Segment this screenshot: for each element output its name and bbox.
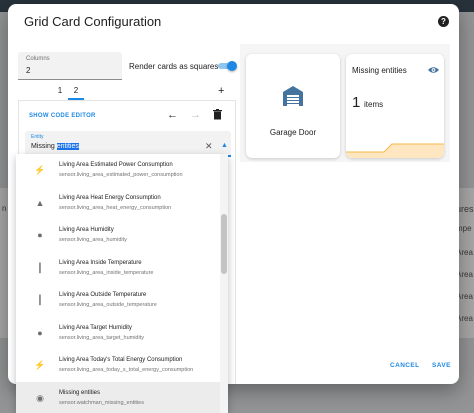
- thermometer-icon: ┃: [37, 295, 43, 305]
- columns-value: 2: [26, 66, 31, 75]
- garage-door-card[interactable]: Garage Door: [246, 54, 340, 158]
- dropdown-item-entity-id: sensor.living_area_inside_temperature: [59, 269, 154, 276]
- entity-input[interactable]: Missing entities: [31, 143, 79, 150]
- missing-entities-card[interactable]: Missing entities 1 items: [346, 54, 444, 158]
- dropdown-item-title: Living Area Outside Temperature: [59, 292, 147, 298]
- entity-dropdown-list: ⚡ Living Area Estimated Power Consumption…: [16, 154, 228, 413]
- square-toggle-label: Render cards as squares: [129, 62, 219, 71]
- tab-2[interactable]: 2: [68, 84, 84, 100]
- dropdown-item-title: Living Area Estimated Power Consumption: [59, 162, 173, 168]
- dropdown-item[interactable]: ◉ Missing entities sensor.watchman_missing…: [16, 381, 220, 413]
- dropdown-item[interactable]: ┃ Living Area Outside Temperature sensor.l…: [16, 284, 220, 316]
- dialog-title: Grid Card Configuration: [24, 14, 162, 29]
- lightning-bolt-icon: ⚡: [34, 165, 46, 175]
- thermometer-icon: ┃: [37, 262, 43, 273]
- dropdown-item[interactable]: ⚡ Living Area Today's Total Energy Consum…: [16, 349, 220, 381]
- delete-icon[interactable]: [213, 109, 222, 123]
- dropdown-item-title: Missing entities: [59, 389, 101, 396]
- garage-icon: [283, 86, 303, 106]
- tab-1[interactable]: 1: [52, 84, 68, 100]
- lightning-bolt-icon: ⚡: [34, 360, 46, 370]
- dropdown-item-title: Living Area Humidity: [59, 227, 114, 233]
- dropdown-item-entity-id: sensor.living_area_outside_temperature: [59, 302, 157, 308]
- history-graph: [346, 143, 444, 158]
- missing-entities-title: Missing entities: [352, 66, 407, 75]
- water-percent-icon: ●: [37, 327, 43, 338]
- add-card-icon[interactable]: +: [218, 84, 224, 98]
- dropdown-item-entity-id: sensor.living_area_humidity: [59, 237, 127, 243]
- arrow-right-icon[interactable]: →: [190, 109, 201, 121]
- missing-entities-unit: items: [364, 100, 384, 109]
- cancel-button[interactable]: CANCEL: [390, 362, 419, 369]
- eye-icon: ◉: [36, 392, 44, 403]
- scrollbar-thumb[interactable]: [221, 214, 227, 274]
- missing-entities-value: 1: [352, 94, 361, 111]
- caret-up-icon[interactable]: ▲: [221, 142, 228, 149]
- dropdown-item-entity-id: sensor.living_area_target_humidity: [59, 334, 144, 341]
- dropdown-item-entity-id: sensor.living_area_heat_energy_consumpti…: [59, 204, 172, 211]
- show-code-editor-button[interactable]: SHOW CODE EDITOR: [29, 113, 96, 119]
- water-percent-icon: ●: [37, 230, 43, 240]
- dropdown-item-entity-id: sensor.living_area_today_s_total_energy_…: [59, 367, 194, 373]
- clear-icon[interactable]: ✕: [205, 141, 213, 152]
- eye-icon: [428, 67, 439, 73]
- card-preview: Garage Door Missing entities 1 items: [240, 44, 450, 162]
- garage-door-name: Garage Door: [269, 128, 317, 137]
- fire-icon: ▲: [35, 197, 45, 208]
- arrow-left-icon[interactable]: ←: [167, 109, 178, 121]
- square-toggle[interactable]: [216, 61, 237, 71]
- columns-field[interactable]: Columns 2: [18, 52, 122, 80]
- dropdown-item[interactable]: ● Living Area Target Humidity sensor.livin…: [16, 317, 220, 349]
- card-tabs: 1 2 +: [18, 84, 236, 100]
- dropdown-item-title: Living Area Heat Energy Consumption: [59, 194, 161, 201]
- dialog-actions: CANCEL SAVE: [378, 362, 458, 376]
- toggle-thumb: [227, 61, 237, 71]
- dropdown-item-entity-id: sensor.watchman_missing_entities: [59, 399, 144, 406]
- dropdown-item[interactable]: ⚡ Living Area Estimated Power Consumption…: [16, 154, 220, 186]
- dropdown-item[interactable]: ┃ Living Area Inside Temperature sensor.li…: [16, 252, 220, 284]
- save-button[interactable]: SAVE: [432, 362, 451, 369]
- columns-label: Columns: [26, 56, 50, 62]
- entity-value-text: Missing: [31, 143, 57, 150]
- dropdown-item-entity-id: sensor.living_area_estimated_power_consu…: [59, 172, 183, 178]
- dropdown-item[interactable]: ● Living Area Humidity sensor.living_area_…: [16, 219, 220, 251]
- entity-value-selection: entities: [56, 143, 79, 150]
- entity-label: Entity: [31, 134, 44, 140]
- dropdown-item-title: Living Area Today's Total Energy Consump…: [59, 357, 183, 363]
- dropdown-scrollbar[interactable]: [220, 154, 228, 413]
- dropdown-item-title: Living Area Inside Temperature: [59, 259, 142, 266]
- dropdown-item-title: Living Area Target Humidity: [59, 324, 132, 331]
- dropdown-item[interactable]: ▲ Living Area Heat Energy Consumption sens…: [16, 187, 220, 219]
- help-icon[interactable]: ?: [438, 16, 449, 27]
